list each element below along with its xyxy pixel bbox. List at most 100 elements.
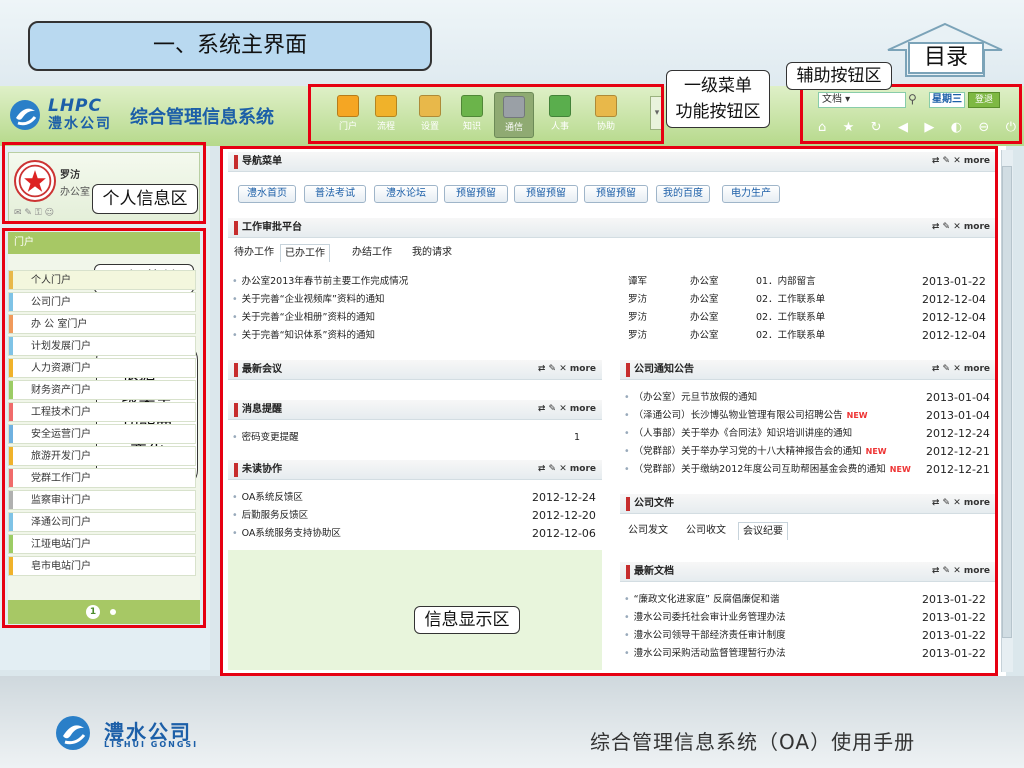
- item-date: 2013-01-22: [922, 629, 986, 642]
- submenu-item[interactable]: 安全运营门户: [8, 424, 196, 444]
- mail-icon: [503, 96, 525, 118]
- new-badge: NEW: [846, 411, 868, 420]
- nav-label: 流程: [376, 122, 395, 132]
- chart-icon: [375, 95, 397, 117]
- list-item[interactable]: • （泽通公司）长沙博弘物业管理有限公司招聘公告 NEW 2013-01-04: [624, 408, 994, 424]
- list-item[interactable]: • 后勤服务反馈区 2012-12-20: [232, 508, 596, 524]
- submenu-item[interactable]: 江垭电站门户: [8, 534, 196, 554]
- row-type: 02．工作联系单: [756, 294, 826, 305]
- submenu-item[interactable]: 工程技术门户: [8, 402, 196, 422]
- nav-mail-button[interactable]: 通信: [494, 92, 534, 138]
- nav-book-button[interactable]: 知识: [452, 92, 492, 138]
- bullet-icon: •: [232, 492, 238, 503]
- nav-label: 协助: [596, 122, 615, 132]
- item-date: 2012-12-24: [926, 427, 990, 440]
- nav-link-button[interactable]: 预留预留: [444, 185, 508, 203]
- submenu-item-marker: [9, 337, 13, 355]
- item-date: 2013-01-22: [922, 647, 986, 660]
- submenu-item-label: 公司门户: [31, 297, 71, 308]
- row-date: 2012-12-04: [922, 311, 986, 324]
- submenu-item[interactable]: 泽通公司门户: [8, 512, 196, 532]
- submenu-item[interactable]: 公司门户: [8, 292, 196, 312]
- row-type: 02．工作联系单: [756, 312, 826, 323]
- nav-label: 知识: [462, 122, 481, 132]
- app-name: 综合管理信息系统: [130, 107, 274, 128]
- nav-link-button[interactable]: 电力生产: [722, 185, 780, 203]
- submenu-item-label: 泽通公司门户: [31, 517, 91, 528]
- bullet-icon: •: [232, 312, 238, 323]
- list-item[interactable]: • （党群部）关于举办学习党的十八大精神报告会的通知 NEW 2012-12-21: [624, 444, 994, 460]
- footer-logo-icon: [56, 716, 90, 750]
- submenu-item[interactable]: 办 公 室门户: [8, 314, 196, 334]
- submenu-item[interactable]: 个人门户: [8, 270, 196, 290]
- submenu-item[interactable]: 监察审计门户: [8, 490, 196, 510]
- nav-label: 设置: [420, 122, 439, 132]
- bullet-icon: •: [624, 428, 630, 439]
- nav-link-button[interactable]: 我的百度: [656, 185, 710, 203]
- nav-home-button[interactable]: 门户: [328, 92, 368, 138]
- scrollbar-thumb[interactable]: [1002, 166, 1012, 638]
- submenu-item-marker: [9, 271, 13, 289]
- row-person: 罗汸: [628, 294, 648, 305]
- row-dept: 办公室: [690, 330, 719, 341]
- item-title: • （党群部）关于缴纳2012年度公司互助帮困基金会费的通知 NEW: [624, 462, 911, 478]
- nav-link-button[interactable]: 预留预留: [514, 185, 578, 203]
- item-title-text: （泽通公司）长沙博弘物业管理有限公司招聘公告: [633, 410, 843, 421]
- toc-link[interactable]: 目录: [908, 42, 984, 74]
- submenu-item[interactable]: 皂市电站门户: [8, 556, 196, 576]
- nav-chart-button[interactable]: 流程: [366, 92, 406, 138]
- item-date: 2012-12-20: [532, 509, 596, 522]
- row-title: • 关于完善“企业相册”资料的通知: [232, 310, 375, 326]
- table-row[interactable]: • 关于完善“企业相册”资料的通知 罗汸 办公室 02．工作联系单 2012-12-04: [232, 310, 996, 326]
- nav-link-button[interactable]: 预留预留: [584, 185, 648, 203]
- callout-menu1: 一级菜单 功能按钮区: [666, 70, 770, 128]
- list-item[interactable]: • （党群部）关于缴纳2012年度公司互助帮困基金会费的通知 NEW 2012-12-…: [624, 462, 994, 478]
- nav-clipboard-button[interactable]: 协助: [586, 92, 626, 138]
- list-item[interactable]: • 澧水公司采购活动监督管理暂行办法 2013-01-22: [624, 646, 994, 662]
- nav-link-button[interactable]: 普法考试: [304, 185, 366, 203]
- item-title-text: （人事部）关于举办《合同法》知识培训讲座的通知: [633, 428, 853, 439]
- item-title-text: 澧水公司领导干部经济责任审计制度: [633, 630, 786, 641]
- callout-info: 信息显示区: [414, 606, 520, 634]
- nav-person-button[interactable]: 人事: [540, 92, 580, 138]
- footer-logo-en: LISHUI GONGSI: [104, 740, 199, 749]
- table-row[interactable]: • 办公室2013年春节前主要工作完成情况 谭军 办公室 01．内部留言 2013-01-…: [232, 274, 996, 290]
- list-item[interactable]: • （办公室）元旦节放假的通知 2013-01-04: [624, 390, 994, 406]
- item-title: • （党群部）关于举办学习党的十八大精神报告会的通知 NEW: [624, 444, 887, 460]
- list-item[interactable]: • （人事部）关于举办《合同法》知识培训讲座的通知 2012-12-24: [624, 426, 994, 442]
- submenu-item[interactable]: 财务资产门户: [8, 380, 196, 400]
- nav-wrench-button[interactable]: 设置: [410, 92, 450, 138]
- submenu-item-label: 财务资产门户: [31, 385, 91, 396]
- item-title: • 澧水公司领导干部经济责任审计制度: [624, 628, 786, 644]
- submenu-item-label: 工程技术门户: [31, 407, 91, 418]
- item-title: • OA系统反馈区: [232, 490, 303, 506]
- item-date: 2012-12-06: [532, 527, 596, 540]
- submenu-item-label: 江垭电站门户: [31, 539, 91, 550]
- nav-link-button[interactable]: 澧水首页: [238, 185, 296, 203]
- bullet-icon: •: [624, 612, 630, 623]
- submenu-item[interactable]: 人力资源门户: [8, 358, 196, 378]
- callout-profile: 个人信息区: [92, 184, 198, 214]
- submenu-item-marker: [9, 359, 13, 377]
- submenu-item-label: 计划发展门户: [31, 341, 91, 352]
- nav-link-button[interactable]: 澧水论坛: [374, 185, 438, 203]
- submenu-item-marker: [9, 491, 13, 509]
- submenu-item-marker: [9, 381, 13, 399]
- nav-label: 人事: [550, 122, 569, 132]
- submenu-item[interactable]: 旅游开发门户: [8, 446, 196, 466]
- new-badge: NEW: [889, 465, 911, 474]
- submenu-item-marker: [9, 447, 13, 465]
- submenu-item[interactable]: 计划发展门户: [8, 336, 196, 356]
- submenu-item[interactable]: 党群工作门户: [8, 468, 196, 488]
- item-title: • OA系统服务支持协助区: [232, 526, 341, 542]
- list-item[interactable]: • OA系统反馈区 2012-12-24: [232, 490, 596, 506]
- list-item[interactable]: • 澧水公司委托社会审计业务管理办法 2013-01-22: [624, 610, 994, 626]
- list-item[interactable]: • 澧水公司领导干部经济责任审计制度 2013-01-22: [624, 628, 994, 644]
- bullet-icon: •: [624, 392, 630, 403]
- table-row[interactable]: • 关于完善“企业视频库”资料的通知 罗汸 办公室 02．工作联系单 2012-12-04: [232, 292, 996, 308]
- new-badge: NEW: [865, 447, 887, 456]
- clipboard-icon: [595, 95, 617, 117]
- list-item[interactable]: • “廉政文化进家庭” 反腐倡廉促和谐 2013-01-22: [624, 592, 994, 608]
- table-row[interactable]: • 关于完善“知识体系”资料的通知 罗汸 办公室 02．工作联系单 2012-12-04: [232, 328, 996, 344]
- list-item[interactable]: • OA系统服务支持协助区 2012-12-06: [232, 526, 596, 542]
